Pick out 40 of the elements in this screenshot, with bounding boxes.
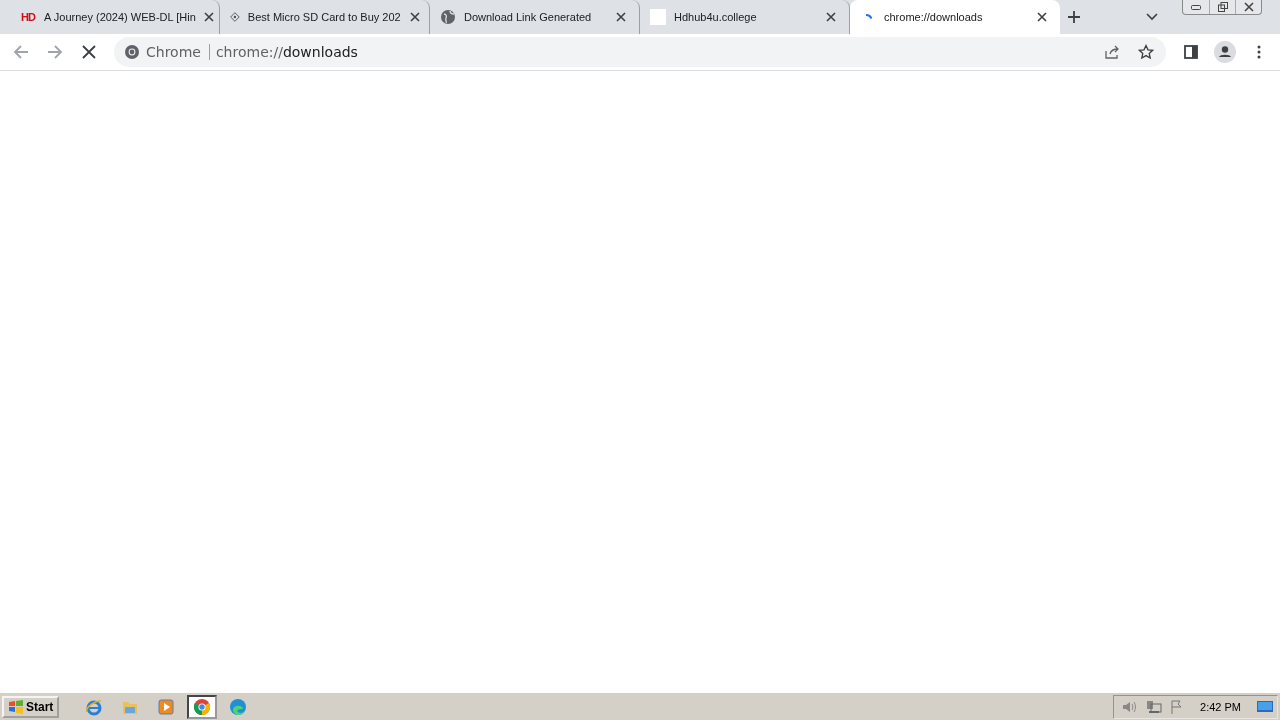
hd-logo-icon: HD (20, 9, 36, 25)
diamond-arrows-icon (230, 9, 240, 25)
edge-icon (229, 697, 248, 716)
minimize-icon (1191, 4, 1201, 10)
network-icon[interactable] (1146, 699, 1163, 714)
close-x-icon[interactable] (1243, 2, 1254, 12)
browser-tab[interactable]: Best Micro SD Card to Buy 202 (220, 0, 430, 34)
tab-title: Download Link Generated (464, 11, 593, 23)
chrome-icon (193, 697, 212, 716)
plus-icon[interactable] (1067, 10, 1081, 24)
close-icon[interactable] (826, 12, 836, 22)
clock-text: 2:42 PM (1200, 700, 1241, 713)
tab-title: chrome://downloads (884, 11, 984, 23)
chrome-logo-icon (124, 44, 140, 60)
globe-icon (440, 9, 456, 25)
url-text: chrome://downloads (215, 44, 359, 60)
close-icon[interactable] (616, 12, 626, 22)
start-button[interactable]: Start (2, 695, 60, 718)
close-icon[interactable] (203, 12, 214, 22)
site-chip: Chrome (146, 44, 210, 60)
address-bar[interactable]: Chrome chrome://downloads (114, 37, 1166, 67)
browser-tab[interactable]: HD A Journey (2024) WEB-DL [Hin (10, 0, 220, 34)
chevron-down-icon[interactable] (1146, 13, 1158, 21)
tab-title: Hdhub4u.college (674, 11, 758, 23)
browser-tab[interactable]: Hdhub4u.college (640, 0, 850, 34)
taskbar-app-button[interactable] (187, 694, 218, 719)
close-icon[interactable] (409, 12, 420, 22)
media-player-icon (157, 697, 176, 716)
restore-icon (1217, 2, 1228, 12)
tab-title: Best Micro SD Card to Buy 202 (247, 11, 401, 23)
stop-icon[interactable] (82, 45, 96, 59)
loading-spinner-icon (864, 14, 872, 20)
browser-tab[interactable]: Download Link Generated (430, 0, 640, 34)
show-desktop-icon[interactable] (1257, 699, 1273, 714)
internet-explorer-icon (85, 697, 104, 716)
windows-logo-icon (8, 699, 24, 714)
close-icon[interactable] (1037, 12, 1047, 22)
tab-title: A Journey (2024) WEB-DL [Hin (44, 11, 196, 23)
blank-page-icon (650, 9, 666, 25)
browser-tab[interactable]: chrome://downloads (850, 0, 1060, 34)
